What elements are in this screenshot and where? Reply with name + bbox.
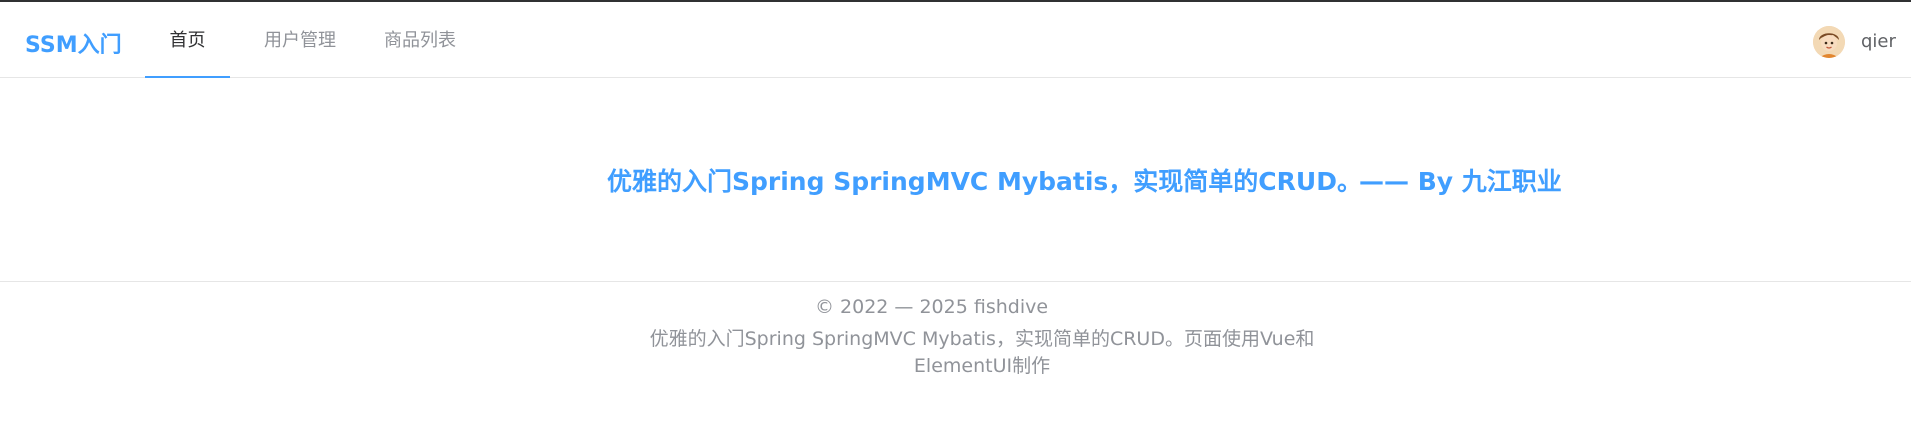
page-footer: © 2022 — 2025 fishdive 优雅的入门Spring Sprin… bbox=[0, 281, 1911, 437]
footer-description: 优雅的入门Spring SpringMVC Mybatis，实现简单的CRUD。… bbox=[649, 328, 1315, 377]
footer-copyright: © 2022 — 2025 fishdive bbox=[815, 296, 1049, 318]
hero-tagline: 优雅的入门Spring SpringMVC Mybatis，实现简单的CRUD。 bbox=[607, 167, 1362, 196]
hero-section: 优雅的入门Spring SpringMVC Mybatis，实现简单的CRUD。… bbox=[0, 79, 1911, 281]
hero-author: —— By 九江职业 bbox=[1359, 167, 1562, 196]
user-avatar-icon[interactable] bbox=[1813, 26, 1845, 58]
nav-item-user-management[interactable]: 用户管理 bbox=[250, 2, 350, 78]
nav-item-home[interactable]: 首页 bbox=[145, 2, 230, 78]
brand-logo-text[interactable]: SSM入门 bbox=[25, 27, 122, 59]
nav-item-product-list[interactable]: 商品列表 bbox=[370, 2, 470, 78]
top-navbar: SSM入门 首页 用户管理 商品列表 qier bbox=[0, 2, 1911, 78]
username-label[interactable]: qier bbox=[1861, 31, 1896, 52]
